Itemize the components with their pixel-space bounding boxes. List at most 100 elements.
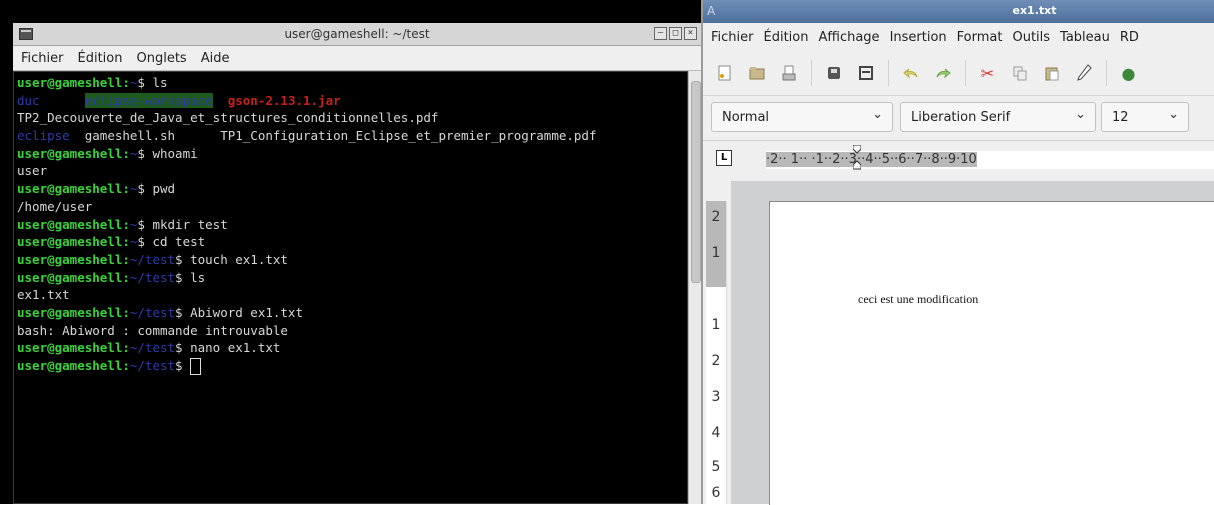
vruler-number: 2 [711,353,721,369]
abiword-menubar: Fichier Édition Affichage Insertion Form… [703,23,1214,51]
prompt-user: user@gameshell: [17,181,130,197]
maximize-button[interactable]: □ [669,27,682,40]
vertical-ruler[interactable]: 2 1 1 2 3 4 5 6 [706,201,727,504]
terminal-output[interactable]: user@gameshell:~$ ls duc eclipse-workspac… [13,71,688,504]
format-painter-icon[interactable] [1072,62,1095,85]
save-as-icon[interactable] [777,62,800,85]
terminal-cursor [190,358,202,375]
prompt-path: ~/test [129,358,176,373]
terminal-line: user@gameshell:~/test$ touch ex1.txt [14,251,687,269]
terminal-text: $ Abiword ex1.txt [175,304,303,320]
open-icon[interactable] [745,62,768,85]
tab-stop-selector[interactable]: L [716,150,732,166]
menu-onglets[interactable]: Onglets [136,51,186,66]
font-size-value: 12 [1112,109,1129,125]
menu-format[interactable]: Format [957,30,1003,45]
font-select[interactable]: Liberation Serif ⌄ [900,102,1096,132]
prompt-path: ~/test [129,340,176,356]
terminal-text: $ mkdir test [137,216,228,232]
terminal-text: /home/user [17,198,93,214]
vruler-number: 4 [711,425,721,441]
terminal-line: ex1.txt [14,286,687,304]
prompt-path: ~/test [129,251,176,267]
copy-icon[interactable] [1008,62,1031,85]
abiword-titlebar[interactable]: A ex1.txt [703,0,1214,23]
document-canvas[interactable]: ceci est une modification [731,181,1214,505]
prompt-user: user@gameshell: [17,358,130,373]
link-icon[interactable]: ● [1117,62,1140,85]
prompt-user: user@gameshell: [17,145,130,161]
paste-icon[interactable] [1040,62,1063,85]
toolbar-separator [888,60,889,86]
vruler-number: 5 [711,459,721,475]
chevron-down-icon: ⌄ [1168,107,1179,122]
document-text[interactable]: ceci est une modification [858,292,978,307]
terminal-line: user@gameshell:~$ pwd [14,180,687,198]
menu-insertion[interactable]: Insertion [890,30,947,45]
terminal-line: /home/user [14,198,687,216]
vruler-number: 1 [711,245,721,261]
style-select[interactable]: Normal ⌄ [711,102,893,132]
terminal-text: ex1.txt [17,287,70,303]
font-value: Liberation Serif [911,109,1011,125]
prompt-user: user@gameshell: [17,304,130,320]
font-size-select[interactable]: 12 ⌄ [1101,102,1189,132]
terminal-text: $ cd test [137,234,206,250]
undo-icon[interactable] [899,62,922,85]
terminal-line: bash: Abiword : commande introuvable [14,322,687,340]
terminal-text: gson-2.13.1.jar [227,92,341,108]
terminal-line: user@gameshell:~$ mkdir test [14,216,687,234]
terminal-line: user@gameshell:~$ whoami [14,145,687,163]
terminal-line: user [14,162,687,180]
terminal-window: user@gameshell: ~/test – □ × Fichier Édi… [0,0,701,504]
vruler-number: 2 [711,209,721,225]
menu-affichage[interactable]: Affichage [818,30,879,45]
indent-marker-icon[interactable] [853,145,861,171]
terminal-text: TP2_Decouverte_de_Java_et_structures_con… [17,110,439,126]
terminal-title: user@gameshell: ~/test [284,27,430,41]
menu-rd[interactable]: RD [1120,30,1139,45]
minimize-button[interactable]: – [654,27,667,40]
new-icon[interactable] [713,62,736,85]
menu-tableau[interactable]: Tableau [1060,30,1110,45]
terminal-line: duc eclipse-workspace gson-2.13.1.jar [14,92,687,110]
terminal-titlebar[interactable]: user@gameshell: ~/test – □ × [13,23,701,46]
prompt-user: user@gameshell: [17,340,130,356]
close-button[interactable]: × [684,27,697,40]
horizontal-ruler-area: L ·2·· 1·· ·1··2··3··4··5··6··7··8··9·10 [703,141,1214,181]
print-preview-icon[interactable] [854,62,877,85]
standard-toolbar: ✂ ● [703,51,1214,96]
prompt-user: user@gameshell: [17,234,130,250]
menu-outils[interactable]: Outils [1012,30,1050,45]
vruler-number: 6 [711,485,721,501]
terminal-text: user [17,163,48,179]
terminal-text: $ touch ex1.txt [175,251,288,267]
chevron-down-icon: ⌄ [872,107,883,122]
abiword-window: A ex1.txt Fichier Édition Affichage Inse… [701,0,1214,505]
terminal-line: user@gameshell:~/test$ nano ex1.txt [14,339,687,357]
terminal-scrollbar[interactable] [688,71,701,504]
menu-fichier[interactable]: Fichier [21,51,64,66]
ruler-margin: ·2·· 1·· ·1··2··3··4··5··6··7··8··9·10 [766,152,977,167]
vruler-number: 3 [711,389,721,405]
scrollbar-thumb[interactable] [691,81,701,283]
terminal-text: gameshell.sh TP1_Configuration_Eclipse_e… [69,128,597,144]
terminal-menubar: Fichier Édition Onglets Aide [13,46,701,71]
cut-icon[interactable]: ✂ [976,62,999,85]
prompt-user: user@gameshell: [17,75,130,90]
menu-edition[interactable]: Édition [78,51,123,66]
document-page[interactable]: ceci est une modification [769,201,1214,505]
terminal-line: eclipse gameshell.sh TP1_Configuration_E… [14,127,687,145]
format-toolbar: Normal ⌄ Liberation Serif ⌄ 12 ⌄ [703,96,1214,141]
terminal-text: duc [17,92,40,108]
horizontal-ruler[interactable]: ·2·· 1·· ·1··2··3··4··5··6··7··8··9·10 [766,151,1214,169]
desktop-strip [0,0,701,23]
prompt-user: user@gameshell: [17,269,130,285]
redo-icon[interactable] [931,62,954,85]
menu-fichier[interactable]: Fichier [711,30,754,45]
menu-edition[interactable]: Édition [764,30,809,45]
print-icon[interactable] [822,62,845,85]
menu-aide[interactable]: Aide [201,51,230,66]
